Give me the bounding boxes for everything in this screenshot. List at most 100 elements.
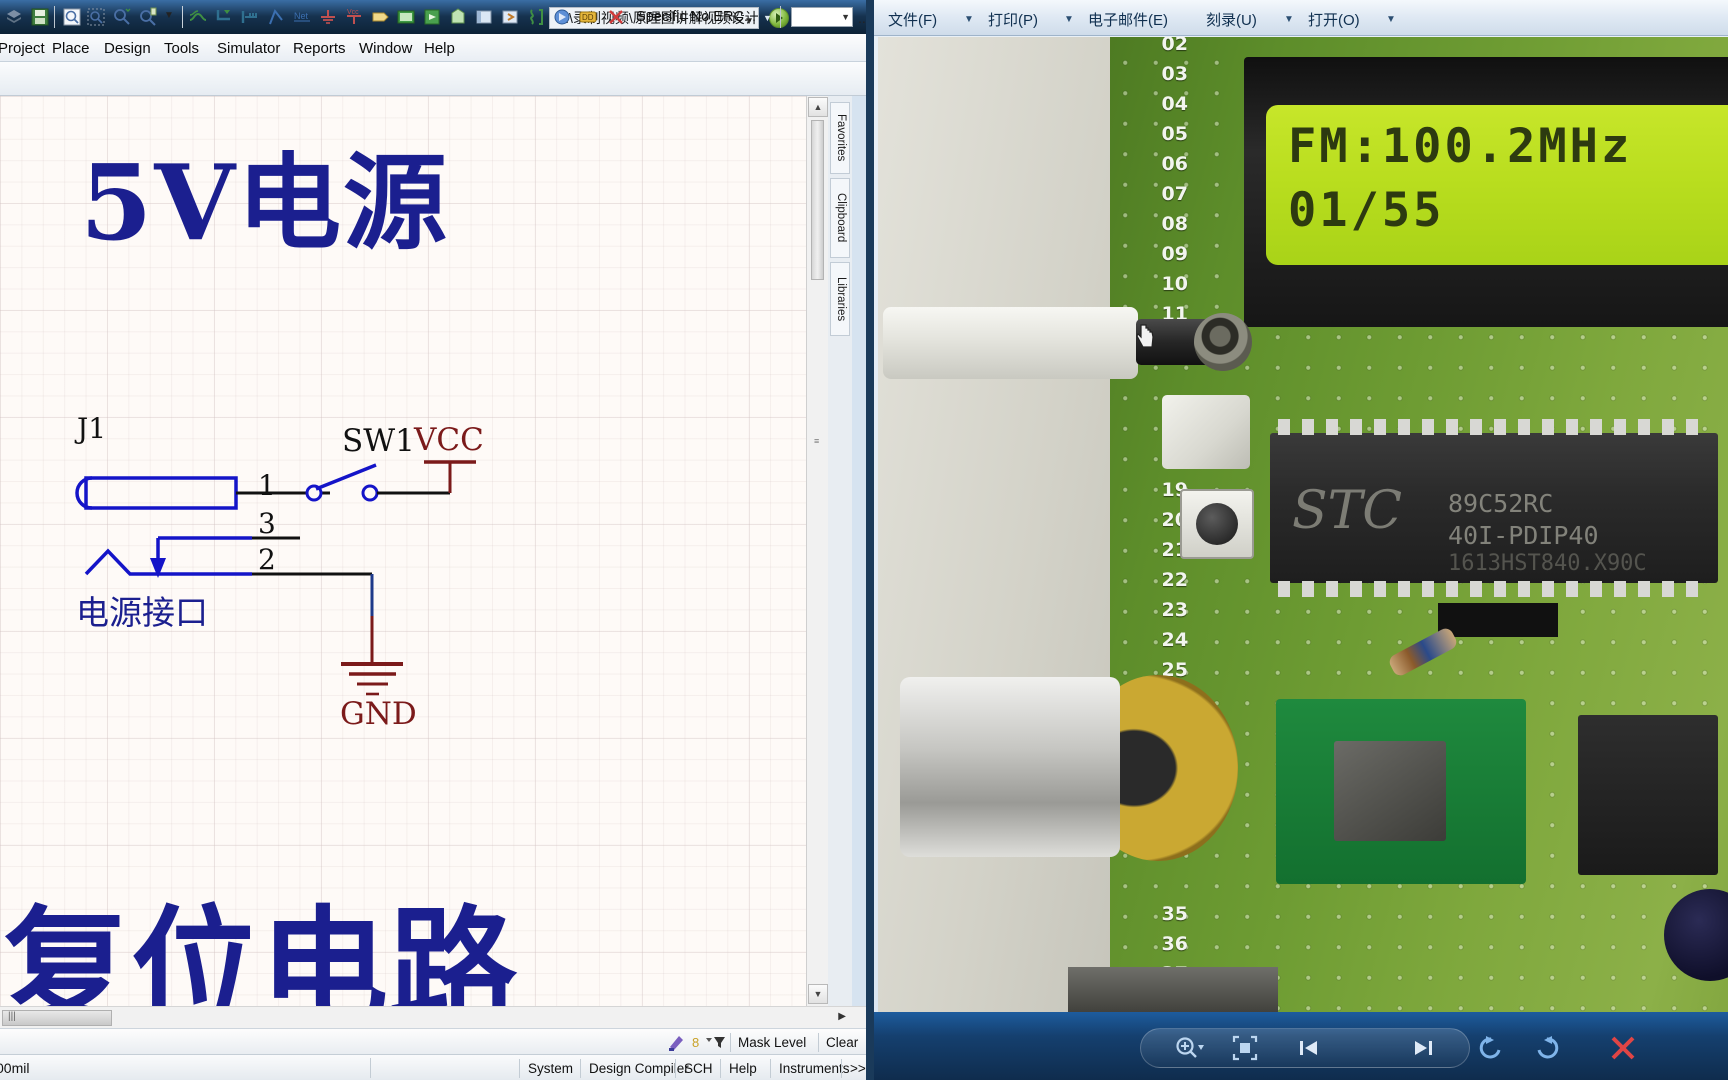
place-sheet-entry-icon[interactable]: [422, 7, 442, 27]
delete-no-erc-icon[interactable]: [606, 7, 626, 27]
menu-item-help[interactable]: Help: [418, 38, 461, 59]
chevron-down-icon[interactable]: ▼: [164, 10, 174, 21]
highlight-pen-icon[interactable]: [666, 1032, 688, 1052]
row-number: 05: [1161, 123, 1188, 145]
audio-amplifier-ic: [1578, 715, 1718, 875]
horizontal-scroll-thumb[interactable]: [2, 1010, 112, 1026]
place-port-icon[interactable]: [370, 7, 390, 27]
chevron-down-icon[interactable]: ▼: [964, 14, 974, 25]
pcb-photograph: 02 03 04 05 06 07 08 09 10 11 12 19 20 2…: [878, 37, 1728, 1012]
row-number: 22: [1161, 569, 1188, 591]
panel-tab-libraries[interactable]: Libraries: [830, 262, 850, 336]
place-device-sheet-icon[interactable]: [448, 7, 468, 27]
status-button-sch[interactable]: SCH: [675, 1059, 721, 1078]
pin-number-1: 1: [258, 469, 276, 502]
place-gnd-port-icon[interactable]: [318, 7, 338, 27]
canvas-horizontal-scrollbar[interactable]: ||| ▶: [0, 1006, 866, 1028]
mouse-cursor-icon: [1136, 323, 1156, 348]
toolbar-combo[interactable]: ▼: [791, 7, 853, 27]
zoom-selection-icon[interactable]: [138, 7, 158, 27]
mask-level-button[interactable]: Mask Level: [730, 1033, 813, 1052]
chevron-down-icon[interactable]: ▼: [1064, 14, 1074, 25]
scroll-up-button[interactable]: ▲: [808, 97, 828, 117]
pin-number-3: 3: [258, 507, 276, 540]
menu-item-print[interactable]: 打印(P): [988, 9, 1038, 30]
rotate-counterclockwise-icon[interactable]: [1472, 1030, 1510, 1066]
menu-item-email[interactable]: 电子邮件(E): [1088, 9, 1168, 30]
place-directive-icon[interactable]: DD: [578, 7, 598, 27]
canvas-vertical-scrollbar[interactable]: ▲ ≡ ▼: [806, 96, 828, 1006]
menu-item-window[interactable]: Window: [353, 38, 418, 59]
clear-button[interactable]: Clear: [818, 1033, 865, 1052]
schematic-canvas[interactable]: 5V电源 J1 电源接口 1 3 2 SW1 VCC GND 复位电路: [0, 96, 812, 1006]
scroll-down-button[interactable]: ▼: [808, 984, 828, 1004]
net-identifier-icon[interactable]: Net: [292, 7, 312, 27]
designator-j1[interactable]: J1: [77, 412, 106, 445]
photo-display-area[interactable]: 02 03 04 05 06 07 08 09 10 11 12 19 20 2…: [878, 37, 1728, 1012]
scroll-right-button[interactable]: ▶: [838, 1011, 846, 1022]
chevron-down-icon[interactable]: ▼: [841, 12, 850, 22]
cursor-coordinates: 00mil: [0, 1060, 30, 1076]
mcu-brand-text: STC: [1292, 481, 1403, 541]
place-no-erc-icon[interactable]: [552, 7, 572, 27]
row-number: 02: [1161, 37, 1188, 55]
menu-item-tools[interactable]: Tools: [158, 38, 205, 59]
rotate-clockwise-icon[interactable]: [1528, 1030, 1566, 1066]
place-vcc-port-icon[interactable]: Vcc: [344, 7, 364, 27]
menu-item-reports[interactable]: Reports: [287, 38, 352, 59]
fm-radio-module: [1276, 699, 1526, 884]
place-bus-wire-icon[interactable]: [214, 7, 234, 27]
white-tactile-switch: [1162, 395, 1250, 469]
chevron-down-icon[interactable]: ▼: [1284, 14, 1294, 25]
menu-item-design[interactable]: Design: [98, 38, 157, 59]
menu-item-project[interactable]: Project: [0, 38, 51, 59]
status-bar: 00mil System Design Compiler SCH Help In…: [0, 1054, 866, 1080]
place-bus-entry-icon[interactable]: [240, 7, 260, 27]
row-number: 10: [1161, 273, 1188, 295]
status-button-help[interactable]: Help: [720, 1059, 765, 1078]
place-wire-icon[interactable]: [188, 7, 208, 27]
menu-item-open[interactable]: 打开(O): [1308, 9, 1360, 30]
next-image-icon[interactable]: [1404, 1030, 1442, 1066]
zoom-document-icon[interactable]: [62, 7, 82, 27]
panel-tab-favorites[interactable]: Favorites: [830, 102, 850, 174]
previous-image-icon[interactable]: [1290, 1030, 1328, 1066]
pin-number-2: 2: [258, 543, 276, 576]
place-harness-connector-icon[interactable]: [474, 7, 494, 27]
save-document-icon[interactable]: [30, 7, 50, 27]
fit-to-window-icon[interactable]: [1226, 1030, 1264, 1066]
altium-designer-window: U:\录制视频\原理图讲解视频设计\ ▼ ▼ ▼ ▼ ▼ ▼ ▼ ▼ ▼ Pro: [0, 0, 866, 1080]
specific-no-erc-label[interactable]: Specific No ERC...: [636, 9, 756, 25]
place-sheet-symbol-icon[interactable]: [396, 7, 416, 27]
menu-item-burn[interactable]: 刻录(U): [1206, 9, 1257, 30]
designator-sw1[interactable]: SW1: [342, 423, 415, 459]
filter-icon[interactable]: 8: [692, 1033, 726, 1051]
chevron-down-icon[interactable]: ▼: [1386, 14, 1396, 25]
panel-tab-strip: Favorites Clipboard Libraries: [828, 96, 852, 1006]
zoom-area-icon[interactable]: [86, 7, 106, 27]
mcu-package-text: 40I-PDIP40: [1448, 521, 1599, 550]
vertical-scroll-thumb[interactable]: [811, 120, 824, 280]
place-signal-harness-icon[interactable]: [526, 7, 546, 27]
splitter-handle-icon[interactable]: |||: [8, 1011, 16, 1022]
menu-item-simulator[interactable]: Simulator: [211, 38, 286, 59]
net-label-vcc[interactable]: VCC: [414, 422, 484, 458]
place-harness-entry-icon[interactable]: [500, 7, 520, 27]
net-label-gnd[interactable]: GND: [340, 696, 417, 732]
panel-tab-clipboard[interactable]: Clipboard: [830, 178, 850, 258]
row-number: 03: [1161, 63, 1188, 85]
menu-item-place[interactable]: Place: [46, 38, 96, 59]
toolbar-overflow-button[interactable]: ...: [858, 10, 866, 26]
menu-item-file[interactable]: 文件(F): [888, 9, 937, 30]
navigate-forward-icon[interactable]: [769, 8, 789, 28]
delete-image-icon[interactable]: [1604, 1030, 1642, 1066]
chevron-down-icon[interactable]: ▼: [763, 13, 772, 23]
splitter-handle-icon[interactable]: ≡: [814, 436, 819, 446]
zoom-in-icon[interactable]: [112, 7, 132, 27]
place-netlabel-icon[interactable]: [266, 7, 286, 27]
status-overflow-button[interactable]: >>: [841, 1059, 866, 1078]
status-button-system[interactable]: System: [519, 1059, 581, 1078]
zoom-icon[interactable]: [1170, 1030, 1208, 1066]
schematic-heading-reset: 复位电路: [2, 893, 519, 1006]
open-document-icon[interactable]: [4, 7, 24, 27]
